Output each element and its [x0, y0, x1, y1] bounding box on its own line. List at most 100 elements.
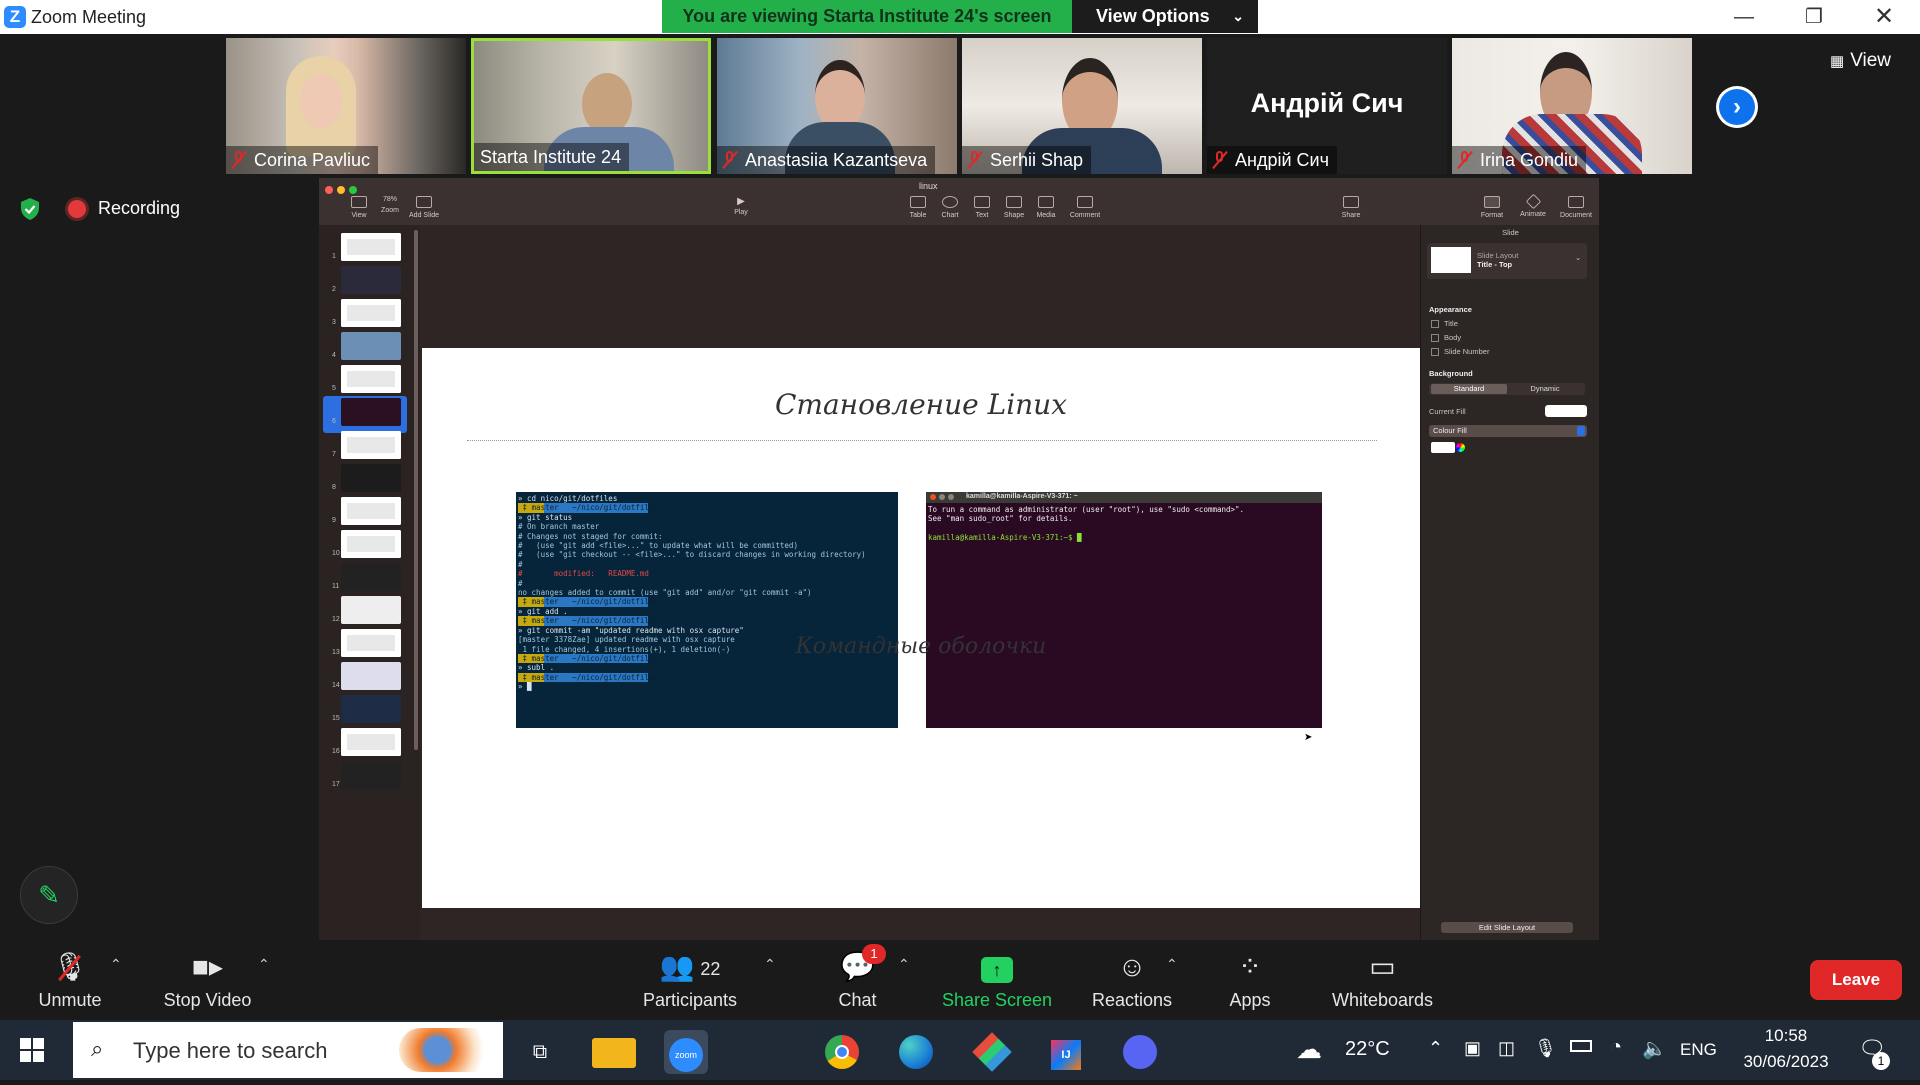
apps-button[interactable]: ⁘ Apps	[1215, 940, 1285, 1020]
audio-options-caret[interactable]: ⌃	[110, 956, 122, 973]
minimize-icon[interactable]: —	[1714, 0, 1774, 34]
video-tile[interactable]: Serhii Shap	[962, 38, 1202, 174]
terminal-line: # (use "git checkout -- <file>..." to di…	[518, 550, 866, 560]
shield-icon[interactable]	[19, 197, 41, 221]
view-options-button[interactable]: View Options ⌄	[1072, 0, 1258, 33]
slide-thumbnail[interactable]	[341, 398, 401, 426]
toolbar-format-button[interactable]: Format	[1472, 196, 1512, 219]
dynamic-segment[interactable]: Dynamic	[1507, 384, 1583, 394]
restore-icon[interactable]: ❐	[1784, 0, 1844, 34]
edge-icon[interactable]	[894, 1030, 938, 1074]
video-tile[interactable]: Anastasiia Kazantseva	[717, 38, 957, 174]
slide-thumbnail[interactable]	[341, 761, 401, 789]
body-checkbox[interactable]: Body	[1431, 333, 1461, 343]
toolbar-play-button[interactable]: ▶ Play	[721, 196, 761, 216]
chrome-icon[interactable]	[820, 1030, 864, 1074]
git-client-icon[interactable]	[970, 1030, 1014, 1074]
screen-share-tray-icon[interactable]: ◫	[1498, 1038, 1515, 1059]
slide-thumbnail[interactable]	[341, 497, 401, 525]
stop-video-button[interactable]: ■▸ Stop Video	[150, 940, 265, 1020]
slide-thumbnail[interactable]	[341, 563, 401, 591]
video-options-caret[interactable]: ⌃	[258, 956, 270, 973]
slide-thumbnail[interactable]	[341, 299, 401, 327]
reactions-options-caret[interactable]: ⌃	[1166, 956, 1178, 973]
title-checkbox[interactable]: Title	[1431, 319, 1458, 329]
wifi-icon[interactable]: ◔	[1610, 1036, 1622, 1059]
standard-segment[interactable]: Standard	[1431, 384, 1507, 394]
windows-start-icon[interactable]	[20, 1038, 44, 1062]
toolbar-comment-button[interactable]: Comment	[1065, 196, 1105, 219]
navigator-scrollbar[interactable]	[414, 230, 418, 750]
slide-number: 2	[332, 286, 336, 293]
color-wheel-icon[interactable]	[1456, 443, 1465, 452]
video-tile-active-speaker[interactable]: Starta Institute 24	[471, 38, 711, 174]
unmute-button[interactable]: 🎙 Unmute	[20, 940, 120, 1020]
slide-thumbnail[interactable]	[341, 662, 401, 690]
clock-time[interactable]: 10:58	[1736, 1026, 1836, 1046]
window-zoom-dot[interactable]	[349, 186, 357, 194]
file-explorer-icon[interactable]	[592, 1038, 636, 1068]
slide-thumbnail[interactable]	[341, 464, 401, 492]
microphone-tray-icon[interactable]: 🎙	[1534, 1038, 1557, 1059]
slide-thumbnail[interactable]	[341, 332, 401, 360]
toolbar-document-button[interactable]: Document	[1556, 196, 1596, 219]
color-well[interactable]	[1431, 442, 1455, 453]
tray-expand-icon[interactable]: ⌃	[1428, 1038, 1443, 1059]
discord-icon[interactable]	[1118, 1030, 1162, 1074]
toolbar-add-slide-button[interactable]: Add Slide	[404, 196, 444, 219]
terminal-screenshot-git[interactable]: » cd nico/git/dotfiles ‡ master ~/nico/g…	[516, 492, 898, 728]
slide-thumbnail[interactable]	[341, 365, 401, 393]
task-view-icon[interactable]: ⧉	[518, 1030, 562, 1074]
whiteboards-button[interactable]: ▭ Whiteboards	[1325, 940, 1440, 1020]
taskbar-search-input[interactable]: ⌕ Type here to search	[73, 1022, 503, 1078]
zoom-taskbar-icon[interactable]: zoom	[664, 1030, 708, 1074]
slide-thumbnail[interactable]	[341, 629, 401, 657]
intellij-icon[interactable]: IJ	[1044, 1030, 1088, 1074]
reactions-button[interactable]: ☺ Reactions	[1082, 940, 1182, 1020]
slide-thumbnail[interactable]	[341, 728, 401, 756]
slide-thumbnail[interactable]	[341, 596, 401, 624]
battery-icon[interactable]	[1570, 1040, 1592, 1052]
slide-thumbnail[interactable]	[341, 266, 401, 294]
add-slide-icon	[416, 196, 432, 208]
participants-options-caret[interactable]: ⌃	[764, 956, 776, 973]
slide-title[interactable]: Становление Linux	[422, 388, 1420, 421]
input-language[interactable]: ENG	[1680, 1040, 1717, 1060]
window-minimize-dot[interactable]	[337, 186, 345, 194]
slide[interactable]: Становление Linux » cd nico/git/dotfiles…	[422, 348, 1420, 908]
slide-number-checkbox[interactable]: Slide Number	[1431, 347, 1489, 357]
toolbar-animate-button[interactable]: Animate	[1513, 193, 1553, 218]
slide-number: 17	[332, 781, 340, 788]
slide-thumbnail[interactable]	[341, 530, 401, 558]
current-fill-swatch[interactable]	[1545, 405, 1587, 417]
slide-thumbnail[interactable]	[341, 695, 401, 723]
participants-button[interactable]: 👥 22 Participants	[630, 940, 750, 1020]
terminal-line: ‡ master ~/nico/git/dotfiles	[518, 672, 866, 683]
terminal-screenshot-ubuntu[interactable]: kamilla@kamilla-Aspire-V3-371: ~ To run …	[926, 492, 1322, 728]
leave-button[interactable]: Leave	[1810, 960, 1902, 1000]
video-tile[interactable]: Corina Pavliuc	[226, 38, 466, 174]
close-icon[interactable]: ✕	[1854, 0, 1914, 34]
weather-cloud-icon[interactable]: ☁	[1296, 1034, 1322, 1065]
table-icon	[910, 196, 926, 208]
view-button[interactable]: ▦ View	[1830, 50, 1891, 72]
annotate-pencil-button[interactable]: ✎	[20, 866, 78, 924]
fill-type-select[interactable]: Colour Fill	[1429, 425, 1587, 437]
toolbar-share-button[interactable]: Share	[1331, 196, 1371, 219]
slide-subtitle[interactable]: Командные оболочки	[422, 634, 1420, 659]
share-screen-button[interactable]: ↑ Share Screen	[935, 940, 1059, 1020]
chat-options-caret[interactable]: ⌃	[898, 956, 910, 973]
video-tile-no-video[interactable]: Андрій Сич Андрій Сич	[1207, 38, 1447, 174]
window-close-dot[interactable]	[325, 186, 333, 194]
toolbar-media-button[interactable]: Media	[1026, 196, 1066, 219]
temperature[interactable]: 22°C	[1345, 1038, 1390, 1061]
slide-layout-picker[interactable]: Slide Layout Title - Top ⌄	[1427, 243, 1587, 279]
edit-slide-layout-button[interactable]: Edit Slide Layout	[1441, 922, 1573, 933]
meet-now-icon[interactable]: ▣	[1464, 1038, 1481, 1059]
slide-thumbnail[interactable]	[341, 431, 401, 459]
video-tile[interactable]: Irina Gondiu	[1452, 38, 1692, 174]
clock-date[interactable]: 30/06/2023	[1736, 1052, 1836, 1072]
slide-thumbnail[interactable]	[341, 233, 401, 261]
volume-icon[interactable]: 🔈	[1642, 1036, 1667, 1061]
next-page-button[interactable]: ›	[1716, 86, 1758, 128]
